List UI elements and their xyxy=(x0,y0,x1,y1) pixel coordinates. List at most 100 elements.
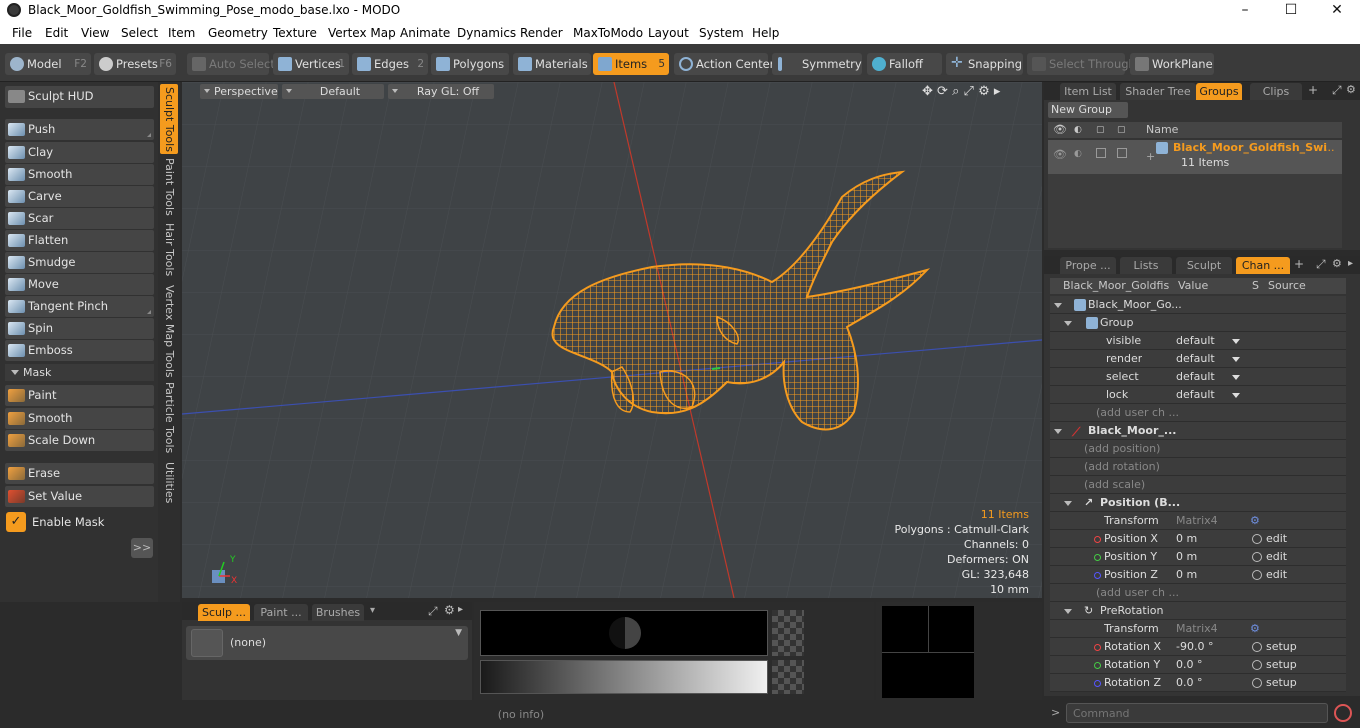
tab-lists[interactable]: Lists xyxy=(1120,257,1172,274)
menu-system[interactable]: System xyxy=(699,22,744,44)
channel-value[interactable]: 0.0 ° xyxy=(1176,656,1203,674)
channel-value[interactable]: default xyxy=(1176,350,1215,368)
minimize-button[interactable]: – xyxy=(1222,0,1268,22)
channel-value[interactable]: 0 m xyxy=(1176,566,1197,584)
add-user-channel-row[interactable]: (add user ch ... xyxy=(1050,404,1346,422)
state-radio[interactable] xyxy=(1252,678,1262,688)
tab-channels[interactable]: Chan ... xyxy=(1236,257,1290,274)
channel-row-group[interactable]: Group xyxy=(1050,314,1346,332)
tool-emboss[interactable]: Emboss xyxy=(5,340,154,361)
channel-row-position[interactable]: ↗ Position (B... xyxy=(1050,494,1346,512)
raygl-dropdown[interactable]: Ray GL: Off xyxy=(388,84,494,99)
command-input[interactable] xyxy=(1066,703,1328,723)
menu-render[interactable]: Render xyxy=(520,22,563,44)
channel-row-rotation-z[interactable]: Rotation Z 0.0 ° setup xyxy=(1050,674,1346,692)
brush-selector[interactable]: (none) ▼ xyxy=(186,626,468,660)
snapping-button[interactable]: ✛ Snapping xyxy=(946,53,1023,75)
panel-settings-icon[interactable]: ⚙ xyxy=(1346,83,1356,96)
fit-icon[interactable]: ⤢ xyxy=(964,84,974,99)
tool-scar[interactable]: Scar xyxy=(5,208,154,229)
menu-edit[interactable]: Edit xyxy=(45,22,68,44)
symmetry-button[interactable]: Symmetry xyxy=(772,53,862,75)
tool-push[interactable]: Push xyxy=(5,119,154,140)
tool-spin[interactable]: Spin xyxy=(5,318,154,339)
link-icon[interactable]: ⚙ xyxy=(1250,620,1260,638)
tool-flatten[interactable]: Flatten xyxy=(5,230,154,251)
channel-row-prerotation[interactable]: ↻ PreRotation xyxy=(1050,602,1346,620)
channel-value[interactable]: default xyxy=(1176,332,1215,350)
panel-expand-icon[interactable]: ⤢ xyxy=(428,604,438,619)
tool-tangent-pinch[interactable]: Tangent Pinch xyxy=(5,296,154,317)
tab-paint-brush[interactable]: Paint ... xyxy=(254,604,308,621)
menu-view[interactable]: View xyxy=(81,22,109,44)
model-mode-button[interactable]: Model F2 xyxy=(5,53,91,75)
channel-value[interactable]: -90.0 ° xyxy=(1176,638,1213,656)
channel-row-transform[interactable]: Transform Matrix4 ⚙ xyxy=(1050,512,1346,530)
tab-menu-icon[interactable]: ▾ xyxy=(370,605,375,616)
menu-texture[interactable]: Texture xyxy=(273,22,317,44)
new-group-button[interactable]: New Group xyxy=(1048,102,1128,118)
set-value-button[interactable]: Set Value xyxy=(5,486,154,507)
presets-button[interactable]: Presets F6 xyxy=(94,53,176,75)
tab-shader-tree[interactable]: Shader Tree xyxy=(1120,83,1196,100)
group-render-icon[interactable]: ◐ xyxy=(1074,149,1082,159)
channel-row-position-x[interactable]: Position X 0 m edit xyxy=(1050,530,1346,548)
channel-value[interactable]: 0.0 ° xyxy=(1176,674,1203,692)
expand-group-icon[interactable]: + xyxy=(1146,150,1155,163)
tab-sculpt-tools[interactable]: Sculpt Tools xyxy=(160,84,178,154)
tab-hair-tools[interactable]: Hair Tools xyxy=(160,222,178,277)
tool-smudge[interactable]: Smudge xyxy=(5,252,154,273)
select-through-button[interactable]: Select Through xyxy=(1027,53,1136,75)
menu-maxtomodo[interactable]: MaxToModo xyxy=(573,22,643,44)
panel-menu-icon[interactable]: ▸ xyxy=(1348,258,1353,269)
menu-geometry[interactable]: Geometry xyxy=(208,22,268,44)
mask-tool-paint[interactable]: Paint xyxy=(5,385,154,406)
channel-row-position-y[interactable]: Position Y 0 m edit xyxy=(1050,548,1346,566)
channel-row-visible[interactable]: visible default xyxy=(1050,332,1346,350)
group-lock-toggle[interactable] xyxy=(1096,148,1106,158)
add-user-channel-row[interactable]: (add user ch ... xyxy=(1050,584,1346,602)
state-radio[interactable] xyxy=(1252,534,1262,544)
channel-row-select[interactable]: select default xyxy=(1050,368,1346,386)
zoom-icon[interactable]: ⌕ xyxy=(952,84,959,99)
sculpt-hud-button[interactable]: Sculpt HUD xyxy=(5,86,154,108)
channel-value[interactable]: default xyxy=(1176,368,1215,386)
channel-row-item[interactable]: Black_Moor_Go... xyxy=(1050,296,1346,314)
add-tab-icon[interactable]: + xyxy=(1308,83,1318,97)
menu-item[interactable]: Item xyxy=(168,22,195,44)
mask-tool-scale-down[interactable]: Scale Down xyxy=(5,430,154,451)
dropdown-arrow-icon[interactable] xyxy=(1232,339,1240,344)
edges-button[interactable]: Edges 2 xyxy=(352,53,428,75)
dropdown-arrow-icon[interactable] xyxy=(1232,393,1240,398)
menu-vertex-map[interactable]: Vertex Map xyxy=(328,22,396,44)
add-position-row[interactable]: (add position) xyxy=(1050,440,1346,458)
channel-row-render[interactable]: render default xyxy=(1050,350,1346,368)
erase-button[interactable]: Erase xyxy=(5,463,154,484)
workplane-button[interactable]: WorkPlane xyxy=(1130,53,1214,75)
enable-mask-checkbox[interactable]: ✓ xyxy=(6,512,26,532)
link-icon[interactable]: ⚙ xyxy=(1250,512,1260,530)
maximize-button[interactable]: ☐ xyxy=(1268,0,1314,22)
state-radio[interactable] xyxy=(1252,660,1262,670)
dropdown-arrow-icon[interactable] xyxy=(1232,375,1240,380)
tab-sculpt[interactable]: Sculpt xyxy=(1176,257,1232,274)
tab-groups[interactable]: Groups xyxy=(1196,83,1242,100)
channel-value[interactable]: default xyxy=(1176,386,1215,404)
shading-dropdown[interactable]: Default xyxy=(282,84,384,99)
menu-help[interactable]: Help xyxy=(752,22,779,44)
3d-viewport[interactable]: Perspective Default Ray GL: Off ✥ ⟳ ⌕ ⤢ … xyxy=(182,82,1042,598)
menu-layout[interactable]: Layout xyxy=(648,22,689,44)
falloff-button[interactable]: Falloff xyxy=(867,53,942,75)
mask-tool-smooth[interactable]: Smooth xyxy=(5,408,154,429)
tool-carve[interactable]: Carve xyxy=(5,186,154,207)
vertices-button[interactable]: Vertices 1 xyxy=(273,53,349,75)
tab-item-list[interactable]: Item List xyxy=(1060,83,1116,100)
add-rotation-row[interactable]: (add rotation) xyxy=(1050,458,1346,476)
mask-section-header[interactable]: Mask xyxy=(5,364,154,381)
pan-icon[interactable]: ✥ xyxy=(922,84,933,99)
menu-dynamics[interactable]: Dynamics xyxy=(457,22,516,44)
panel-expand-icon[interactable]: ⤢ xyxy=(1316,257,1326,272)
channel-row-rotation-x[interactable]: Rotation X -90.0 ° setup xyxy=(1050,638,1346,656)
panel-expand-icon[interactable]: ⤢ xyxy=(1332,83,1342,98)
view-type-dropdown[interactable]: Perspective xyxy=(200,84,278,99)
